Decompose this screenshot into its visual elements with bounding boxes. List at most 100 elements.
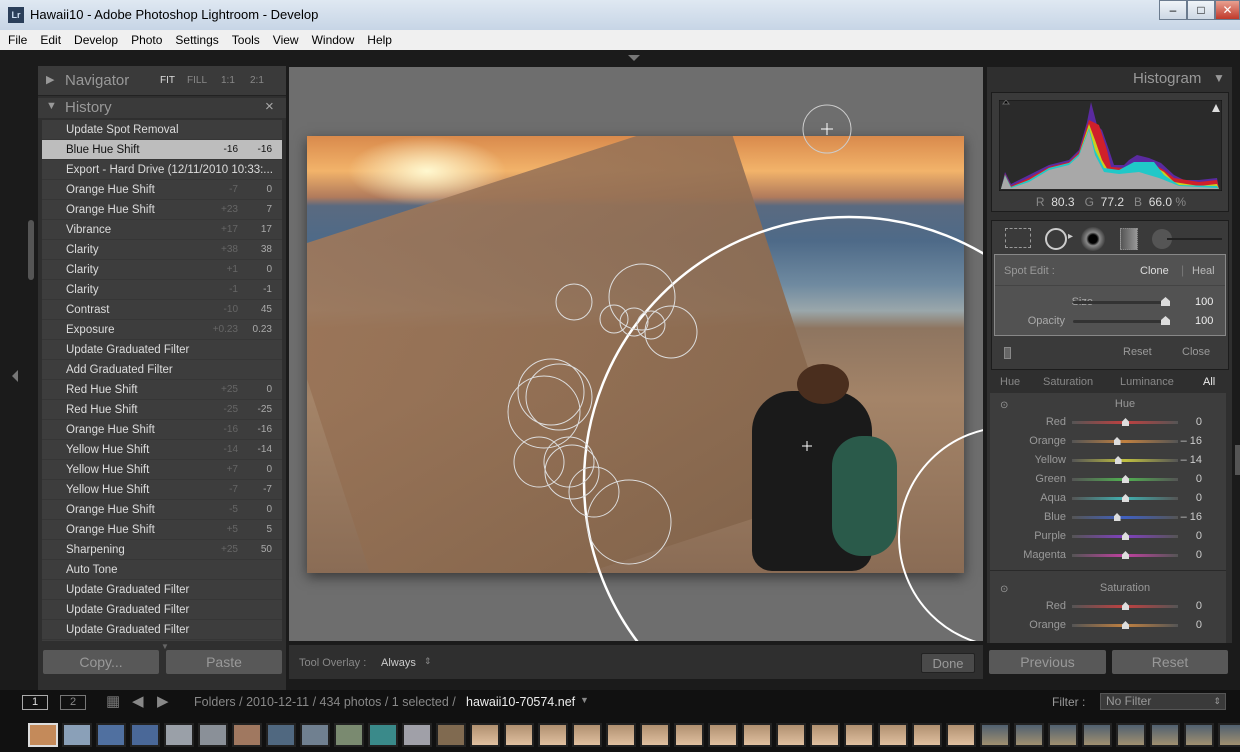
filmstrip-thumbnail[interactable] <box>980 723 1010 747</box>
slider-track[interactable] <box>1072 532 1178 540</box>
opacity-slider[interactable] <box>1073 316 1170 325</box>
history-item[interactable]: Export - Hard Drive (12/11/2010 10:33:..… <box>42 160 282 180</box>
tab-saturation[interactable]: Saturation <box>1043 376 1093 388</box>
history-item[interactable]: Orange Hue Shift +5 5 <box>42 520 282 540</box>
heal-option[interactable]: Heal <box>1192 265 1215 277</box>
history-item[interactable]: Update Graduated Filter <box>42 620 282 640</box>
red-eye-tool-icon[interactable] <box>1081 227 1105 251</box>
filmstrip-thumbnail[interactable] <box>640 723 670 747</box>
zoom-fit[interactable]: FIT <box>160 75 175 86</box>
history-header[interactable]: ▼ History × <box>38 98 286 118</box>
copy-button[interactable]: Copy... <box>43 650 159 674</box>
slider-track[interactable] <box>1072 551 1178 559</box>
history-item[interactable]: Vibrance +17 17 <box>42 220 282 240</box>
history-item[interactable]: Red Hue Shift -25 -25 <box>42 400 282 420</box>
filmstrip-thumbnail[interactable] <box>232 723 262 747</box>
history-item[interactable]: Auto Tone <box>42 560 282 580</box>
size-slider-thumb[interactable] <box>1161 297 1170 306</box>
menu-settings[interactable]: Settings <box>167 30 223 47</box>
crop-tool-icon[interactable] <box>1005 228 1031 248</box>
history-item[interactable]: Clarity -1 -1 <box>42 280 282 300</box>
history-item[interactable]: Update Spot Removal <box>42 120 282 140</box>
filmstrip-thumbnail[interactable] <box>1150 723 1180 747</box>
menu-view[interactable]: View <box>265 30 304 47</box>
tool-toggle-switch[interactable] <box>1004 347 1011 359</box>
histogram-graph[interactable] <box>999 100 1222 191</box>
filmstrip-thumbnail[interactable] <box>912 723 942 747</box>
filmstrip-thumbnail[interactable] <box>708 723 738 747</box>
history-close-icon[interactable]: × <box>265 98 274 115</box>
filmstrip-thumbnail[interactable] <box>1184 723 1214 747</box>
paste-button[interactable]: Paste <box>166 650 282 674</box>
filmstrip-thumbnail[interactable] <box>1116 723 1146 747</box>
filmstrip-thumbnail[interactable] <box>130 723 160 747</box>
filename[interactable]: hawaii10-70574.nef <box>466 695 575 709</box>
slider-thumb[interactable] <box>1114 456 1122 464</box>
saturation-target-icon[interactable]: ⊙ <box>1000 584 1008 595</box>
filmstrip-thumbnail[interactable] <box>62 723 92 747</box>
menu-help[interactable]: Help <box>359 30 397 47</box>
slider-thumb[interactable] <box>1122 551 1129 559</box>
history-item[interactable]: Add Graduated Filter <box>42 360 282 380</box>
back-arrow-icon[interactable]: ◀ <box>132 692 144 710</box>
zoom-2-1[interactable]: 2:1 <box>250 75 264 86</box>
history-item[interactable]: Clarity +38 38 <box>42 240 282 260</box>
filmstrip-thumbnail[interactable] <box>300 723 330 747</box>
reset-button[interactable]: Reset <box>1112 650 1228 674</box>
history-item[interactable]: Clarity +1 0 <box>42 260 282 280</box>
filmstrip-thumbnail[interactable] <box>334 723 364 747</box>
slider-thumb[interactable] <box>1122 494 1129 502</box>
filmstrip-thumbnail[interactable] <box>1082 723 1112 747</box>
filmstrip-thumbnail[interactable] <box>368 723 398 747</box>
history-item[interactable]: Red Hue Shift +25 0 <box>42 380 282 400</box>
history-item[interactable]: Exposure +0.23 0.23 <box>42 320 282 340</box>
main-window-button[interactable]: 1 <box>22 695 48 710</box>
filmstrip-thumbnail[interactable] <box>504 723 534 747</box>
filmstrip-thumbnail[interactable] <box>1048 723 1078 747</box>
slider-track[interactable] <box>1072 513 1178 521</box>
filmstrip-thumbnail[interactable] <box>878 723 908 747</box>
slider-thumb[interactable] <box>1122 621 1129 629</box>
history-item[interactable]: Update Graduated Filter <box>42 600 282 620</box>
slider-track[interactable] <box>1072 475 1178 483</box>
menu-tools[interactable]: Tools <box>224 30 265 47</box>
filmstrip-thumbnail[interactable] <box>572 723 602 747</box>
history-item[interactable]: Orange Hue Shift -7 0 <box>42 180 282 200</box>
hue-target-icon[interactable]: ⊙ <box>1000 400 1008 411</box>
filmstrip-thumbnail[interactable] <box>436 723 466 747</box>
slider-thumb[interactable] <box>1122 602 1129 610</box>
menu-develop[interactable]: Develop <box>66 30 123 47</box>
spot-overlay[interactable] <box>289 67 983 641</box>
filmstrip-thumbnail[interactable] <box>844 723 874 747</box>
history-item[interactable]: Orange Hue Shift -16 -16 <box>42 420 282 440</box>
history-item[interactable]: Blue Hue Shift -16 -16 <box>42 140 282 160</box>
opacity-slider-thumb[interactable] <box>1161 316 1170 325</box>
slider-thumb[interactable] <box>1113 437 1121 445</box>
filmstrip-thumbnail[interactable] <box>810 723 840 747</box>
filmstrip-thumbnail[interactable] <box>946 723 976 747</box>
filter-select[interactable]: No Filter ⇕ <box>1100 693 1226 710</box>
tool-overlay-select[interactable]: Always <box>381 657 416 669</box>
navigator-header[interactable]: ▶ Navigator FIT FILL 1:1 2:1 <box>38 66 286 96</box>
menu-edit[interactable]: Edit <box>32 30 66 47</box>
slider-thumb[interactable] <box>1122 418 1129 426</box>
slider-track[interactable] <box>1072 437 1178 445</box>
left-panel-toggle-icon[interactable] <box>12 370 18 382</box>
spot-removal-tool-icon[interactable] <box>1045 228 1067 250</box>
top-panel-toggle-icon[interactable] <box>628 55 640 61</box>
filmstrip-thumbnail[interactable] <box>742 723 772 747</box>
spot-close-button[interactable]: Close <box>1182 346 1210 358</box>
slider-track[interactable] <box>1072 418 1178 426</box>
close-button[interactable]: ✕ <box>1215 0 1240 20</box>
slider-thumb[interactable] <box>1113 513 1121 521</box>
slider-track[interactable] <box>1072 621 1178 629</box>
slider-thumb[interactable] <box>1122 475 1129 483</box>
spot-reset-button[interactable]: Reset <box>1123 346 1152 358</box>
menu-window[interactable]: Window <box>304 30 360 47</box>
menu-file[interactable]: File <box>0 30 32 47</box>
history-item[interactable]: Update Graduated Filter <box>42 580 282 600</box>
filmstrip-thumbnail[interactable] <box>164 723 194 747</box>
history-item[interactable]: Sharpening +25 50 <box>42 540 282 560</box>
filmstrip-thumbnail[interactable] <box>402 723 432 747</box>
history-item[interactable]: Orange Hue Shift -5 0 <box>42 500 282 520</box>
